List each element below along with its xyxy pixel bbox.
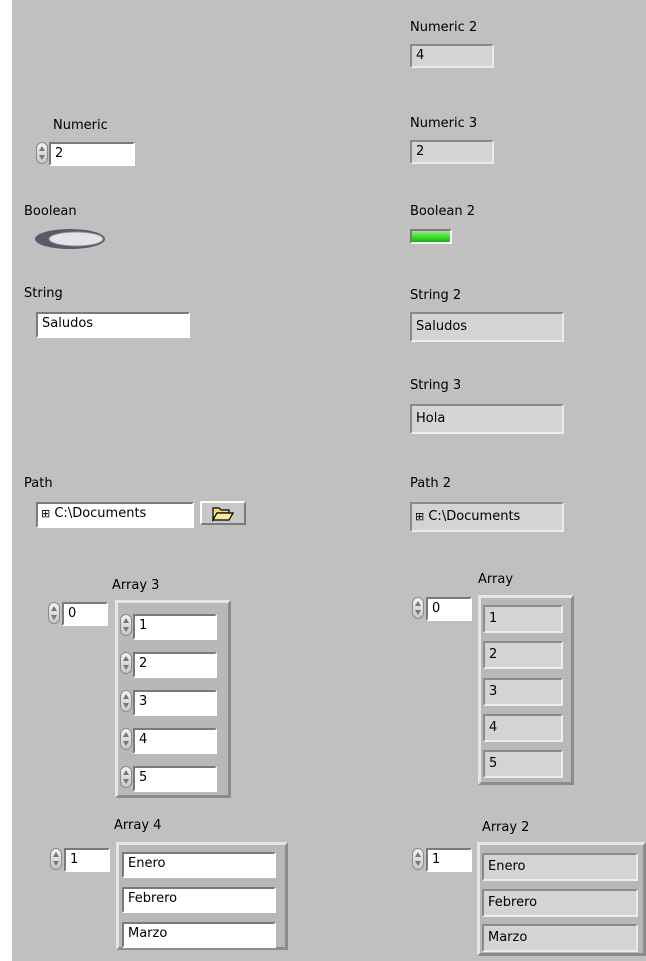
array3-element[interactable]: 4	[133, 728, 217, 754]
numeric3-label: Numeric 3	[410, 116, 478, 131]
array-element: 2	[483, 641, 563, 669]
toggle-switch-icon	[35, 229, 105, 249]
array3-label: Array 3	[112, 578, 160, 593]
numeric2-label: Numeric 2	[410, 20, 478, 35]
array3-element-spinner-icon[interactable]	[120, 766, 132, 788]
array2-element: Marzo	[482, 924, 638, 952]
boolean2-label: Boolean 2	[410, 204, 476, 219]
array3-element[interactable]: 1	[133, 614, 217, 640]
array3-element-spinner-icon[interactable]	[120, 728, 132, 750]
array2-element: Febrero	[482, 889, 638, 917]
array4-label: Array 4	[114, 818, 162, 833]
string-label: String	[24, 286, 63, 301]
array2-label: Array 2	[482, 820, 530, 835]
front-panel: Numeric 2 Numeric 2 4 Numeric 3 2 Boolea…	[12, 0, 646, 961]
numeric3-indicator: 2	[410, 140, 494, 164]
array3-element-spinner-icon[interactable]	[120, 652, 132, 674]
array-label: Array	[478, 572, 514, 587]
array3-element-spinner-icon[interactable]	[120, 690, 132, 712]
numeric-input[interactable]: 2	[49, 142, 135, 166]
array2-index-spinner-icon[interactable]	[412, 848, 424, 870]
array4-index-input[interactable]: 1	[64, 848, 110, 872]
boolean2-led	[410, 229, 452, 244]
array3-element-spinner-icon[interactable]	[120, 614, 132, 636]
boolean-label: Boolean	[24, 204, 77, 219]
path2-value: C:\Documents	[428, 509, 521, 524]
path-type-icon: ⊞	[41, 507, 51, 520]
path-value: C:\Documents	[54, 506, 147, 521]
array-element: 5	[483, 750, 563, 778]
array2-index-input[interactable]: 1	[426, 848, 472, 872]
array-element: 4	[483, 714, 563, 742]
array4-element[interactable]: Enero	[122, 852, 276, 878]
numeric2-indicator: 4	[410, 44, 494, 68]
boolean-switch[interactable]	[34, 228, 108, 250]
array2-element: Enero	[482, 853, 638, 881]
string3-indicator: Hola	[410, 404, 564, 434]
array4-element[interactable]: Marzo	[122, 922, 276, 948]
path2-indicator: ⊞ C:\Documents	[410, 502, 564, 532]
string3-label: String 3	[410, 378, 462, 393]
array3-index-input[interactable]: 0	[62, 602, 108, 626]
numeric-label: Numeric	[53, 118, 108, 133]
browse-button[interactable]	[200, 501, 246, 525]
numeric-increment-decrement-icon[interactable]	[36, 142, 48, 164]
string-input[interactable]: Saludos	[36, 312, 190, 338]
array3-element[interactable]: 3	[133, 690, 217, 716]
array-element: 3	[483, 678, 563, 706]
array4-index-spinner-icon[interactable]	[50, 848, 62, 870]
array4-element[interactable]: Febrero	[122, 887, 276, 913]
array-index-input[interactable]: 0	[426, 597, 472, 621]
array-index-spinner-icon[interactable]	[412, 597, 424, 619]
array3-index-spinner-icon[interactable]	[48, 602, 60, 624]
folder-open-icon	[211, 507, 235, 523]
string2-label: String 2	[410, 288, 462, 303]
path-input[interactable]: ⊞ C:\Documents	[36, 502, 194, 528]
array3-element[interactable]: 5	[133, 766, 217, 792]
string2-indicator: Saludos	[410, 312, 564, 342]
path-label: Path	[24, 476, 53, 491]
array3-element[interactable]: 2	[133, 652, 217, 678]
path2-label: Path 2	[410, 476, 451, 491]
path-type-icon: ⊞	[415, 510, 425, 523]
array-element: 1	[483, 605, 563, 633]
